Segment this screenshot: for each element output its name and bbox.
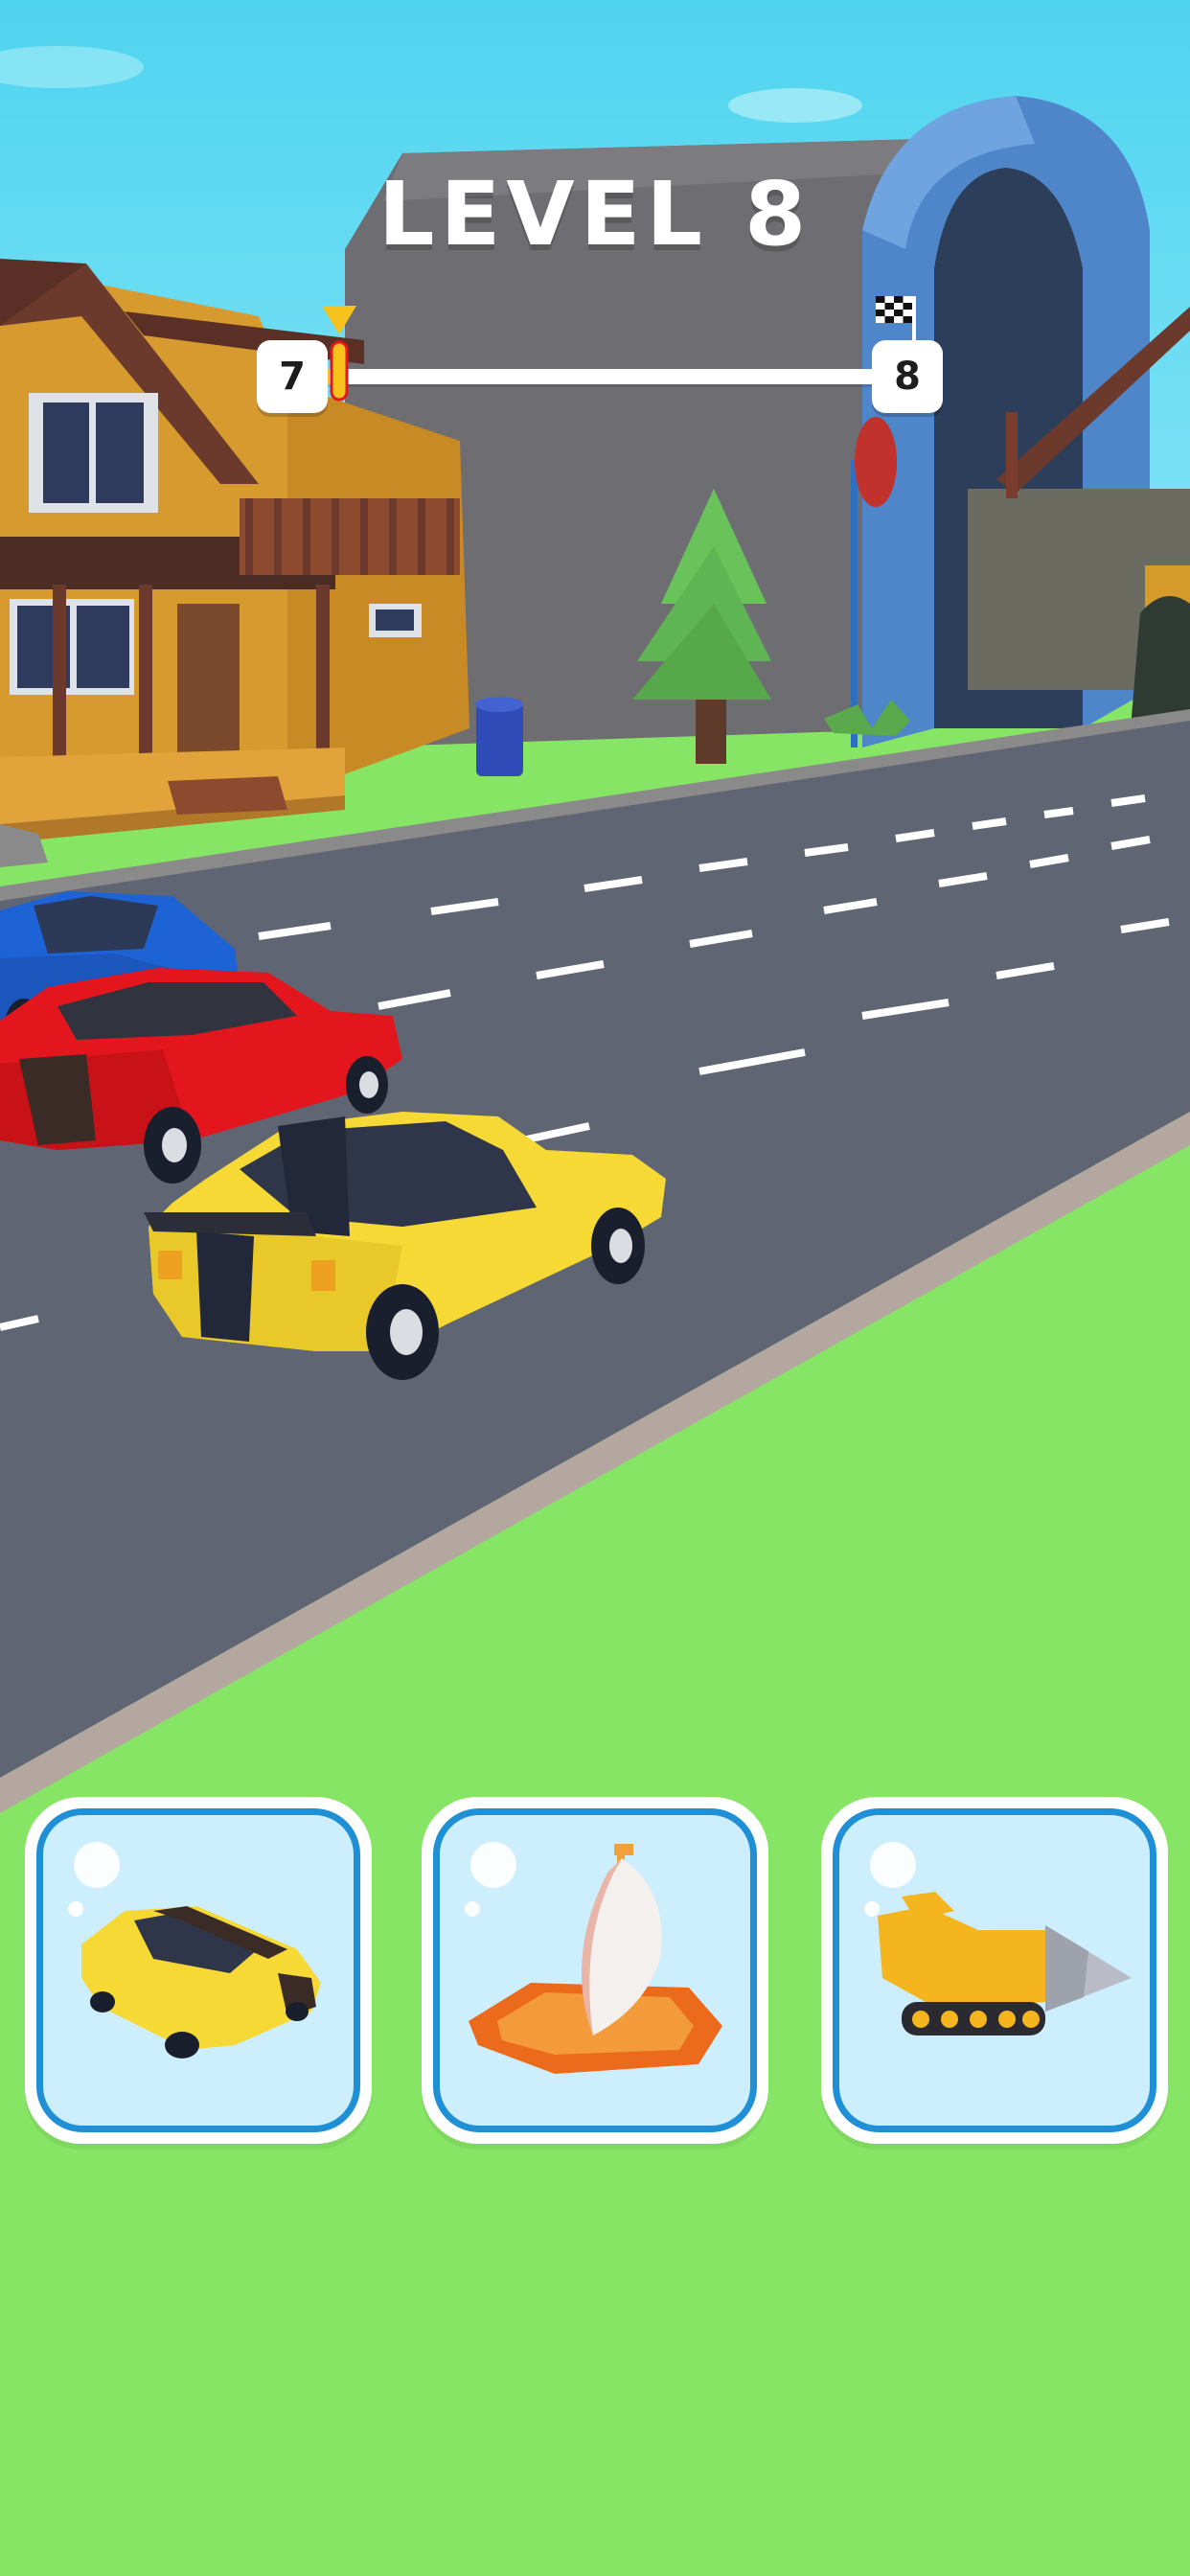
progress-track — [314, 369, 885, 384]
choice-car-button[interactable] — [25, 1797, 372, 2144]
barrel — [475, 697, 523, 776]
player-progress-marker-icon — [321, 306, 356, 402]
sailboat-icon — [469, 1844, 722, 2074]
choice-boat-button[interactable] — [422, 1797, 768, 2144]
vehicle-choice-bar — [0, 1797, 1190, 2151]
current-level-badge: 7 — [257, 340, 328, 413]
level-progress-bar: 7 8 — [257, 296, 943, 413]
choice-drill-button[interactable] — [821, 1797, 1168, 2144]
drill-tank-icon — [878, 1892, 1132, 2036]
checkered-flag-icon — [876, 296, 916, 346]
car-icon — [81, 1906, 321, 2058]
level-title: LEVEL 8 — [378, 163, 812, 265]
next-level-badge: 8 — [872, 340, 943, 413]
